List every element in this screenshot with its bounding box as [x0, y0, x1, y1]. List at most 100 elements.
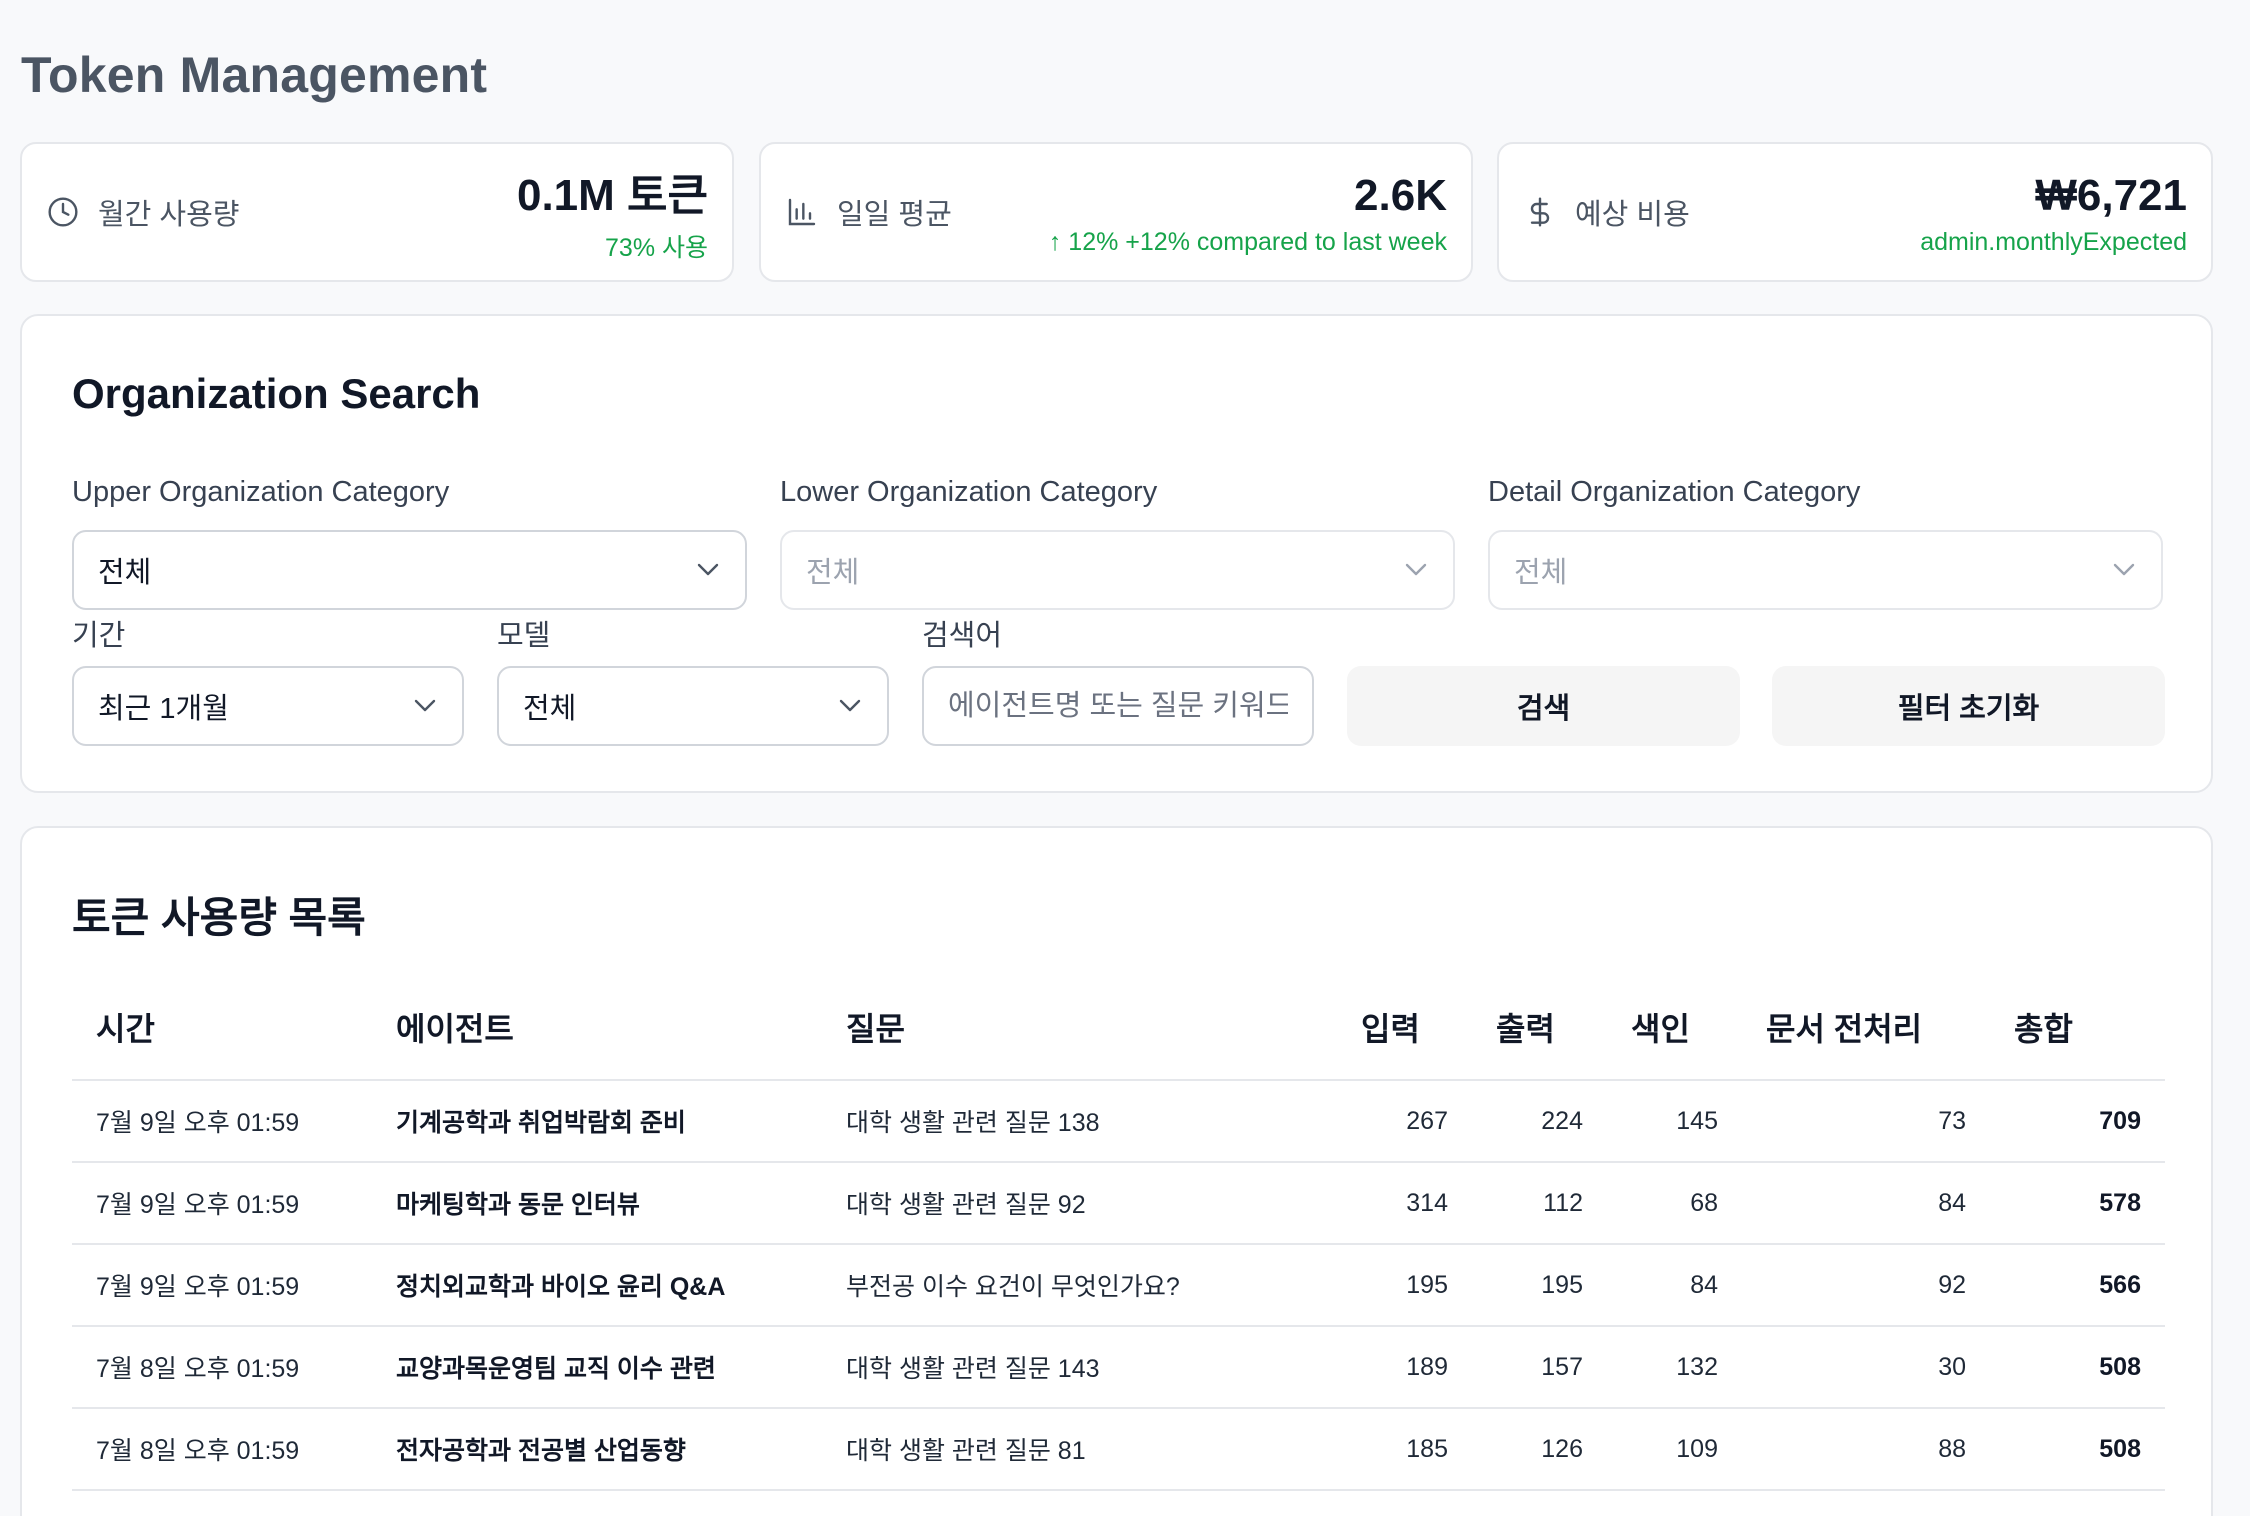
organization-search-panel: Organization Search Upper Organization C…: [20, 314, 2213, 793]
upper-org-label: Upper Organization Category: [72, 476, 450, 508]
stat-value: 0.1M 토큰: [516, 171, 708, 220]
cell-total: 578: [1990, 1162, 2165, 1245]
clock-icon: [46, 195, 80, 229]
stat-label: 예상 비용: [1575, 199, 1690, 231]
column-header-index[interactable]: 색인: [1607, 974, 1742, 1081]
usage-section-title: 토큰 사용량 목록: [72, 894, 366, 941]
cell-output: 224: [1472, 1080, 1607, 1163]
cell-total: 566: [1990, 1244, 2165, 1327]
daily-average-card: 일일 평균 2.6K ↑ 12% +12% compared to last w…: [759, 142, 1473, 282]
table-row[interactable]: 7월 8일 오후 01:59 전자공학과 전공별 산업동향 대학 생활 관련 질…: [72, 1408, 2165, 1491]
column-header-doc-preprocess[interactable]: 문서 전처리: [1742, 974, 1990, 1081]
column-header-output[interactable]: 출력: [1472, 974, 1607, 1081]
cell-question: 대학 생활 관련 질문 143: [822, 1326, 1337, 1409]
chevron-down-icon: [839, 699, 861, 712]
cell-time: 7월 9일 오후 01:59: [72, 1162, 372, 1245]
column-header-agent[interactable]: 에이전트: [372, 974, 822, 1081]
monthly-usage-card: 월간 사용량 0.1M 토큰 73% 사용: [20, 142, 734, 282]
token-management-page: Token Management 월간 사용량 0.1M 토큰 73% 사용 일…: [0, 0, 2250, 1516]
upper-org-value: 전체: [98, 557, 152, 589]
chevron-down-icon: [1405, 563, 1427, 576]
keyword-label: 검색어: [922, 620, 1003, 652]
search-button[interactable]: 검색: [1347, 666, 1740, 746]
bar-chart-icon: [785, 195, 819, 229]
search-section-title: Organization Search: [72, 370, 481, 417]
lower-org-select[interactable]: 전체: [780, 530, 1455, 610]
cell-total: 709: [1990, 1080, 2165, 1163]
cell-doc-preprocess: 92: [1742, 1244, 1990, 1327]
reset-filters-button[interactable]: 필터 초기화: [1772, 666, 2165, 746]
lower-org-value: 전체: [806, 557, 860, 589]
period-select[interactable]: 최근 1개월: [72, 666, 464, 746]
period-label: 기간: [72, 620, 126, 652]
upper-org-select[interactable]: 전체: [72, 530, 747, 610]
model-select[interactable]: 전체: [497, 666, 889, 746]
cell-time: 7월 8일 오후 01:59: [72, 1326, 372, 1409]
chevron-down-icon: [414, 699, 436, 712]
cell-agent: 전자공학과 전공별 산업동향: [372, 1408, 822, 1491]
cell-doc-preprocess: 88: [1742, 1408, 1990, 1491]
cell-agent: 마케팅학과 동문 인터뷰: [372, 1162, 822, 1245]
stat-subtext: 73% 사용: [605, 234, 708, 263]
cell-input: 195: [1337, 1244, 1472, 1327]
cell-total: 508: [1990, 1326, 2165, 1409]
cell-input: 314: [1337, 1162, 1472, 1245]
column-header-question[interactable]: 질문: [822, 974, 1337, 1081]
stat-value: 2.6K: [1354, 171, 1447, 220]
cell-agent: 기계공학과 취업박람회 준비: [372, 1080, 822, 1163]
column-header-input[interactable]: 입력: [1337, 974, 1472, 1081]
cell-question: 대학 생활 관련 질문 138: [822, 1080, 1337, 1163]
token-usage-panel: 토큰 사용량 목록 시간 에이전트 질문 입력 출력 색인 문서 전처리 총합: [20, 826, 2213, 1516]
cell-time: 7월 9일 오후 01:59: [72, 1244, 372, 1327]
stat-value: ₩6,721: [2035, 171, 2187, 220]
model-value: 전체: [523, 693, 577, 725]
cell-index: 132: [1607, 1326, 1742, 1409]
column-header-time[interactable]: 시간: [72, 974, 372, 1081]
chevron-down-icon: [697, 563, 719, 576]
column-header-total[interactable]: 총합: [1990, 974, 2165, 1081]
detail-org-label: Detail Organization Category: [1488, 476, 1861, 508]
table-row[interactable]: 7월 9일 오후 01:59 마케팅학과 동문 인터뷰 대학 생활 관련 질문 …: [72, 1162, 2165, 1245]
cell-input: 267: [1337, 1080, 1472, 1163]
expected-cost-card: 예상 비용 ₩6,721 admin.monthlyExpected: [1497, 142, 2213, 282]
cell-agent: 정치외교학과 바이오 윤리 Q&A: [372, 1244, 822, 1327]
stat-subtext: admin.monthlyExpected: [1920, 228, 2187, 257]
table-row[interactable]: 7월 8일 오후 01:59 교양과목운영팀 교직 이수 관련 대학 생활 관련…: [72, 1326, 2165, 1409]
stat-subtext: ↑ 12% +12% compared to last week: [1048, 228, 1447, 257]
chevron-down-icon: [2113, 563, 2135, 576]
lower-org-label: Lower Organization Category: [780, 476, 1158, 508]
model-label: 모델: [497, 620, 551, 652]
page-title: Token Management: [21, 47, 488, 103]
dollar-icon: [1523, 195, 1557, 229]
cell-doc-preprocess: 73: [1742, 1080, 1990, 1163]
cell-index: 68: [1607, 1162, 1742, 1245]
cell-input: 189: [1337, 1326, 1472, 1409]
stat-label: 일일 평균: [837, 199, 952, 231]
cell-output: 126: [1472, 1408, 1607, 1491]
detail-org-value: 전체: [1514, 557, 1568, 589]
detail-org-select[interactable]: 전체: [1488, 530, 2163, 610]
cell-total: 508: [1990, 1408, 2165, 1491]
cell-question: 부전공 이수 요건이 무엇인가요?: [822, 1244, 1337, 1327]
cell-index: 84: [1607, 1244, 1742, 1327]
cell-time: 7월 9일 오후 01:59: [72, 1080, 372, 1163]
token-usage-table: 시간 에이전트 질문 입력 출력 색인 문서 전처리 총합 7월 9일 오후 0…: [72, 974, 2165, 1491]
cell-input: 185: [1337, 1408, 1472, 1491]
cell-output: 157: [1472, 1326, 1607, 1409]
cell-question: 대학 생활 관련 질문 81: [822, 1408, 1337, 1491]
cell-doc-preprocess: 84: [1742, 1162, 1990, 1245]
cell-agent: 교양과목운영팀 교직 이수 관련: [372, 1326, 822, 1409]
cell-index: 145: [1607, 1080, 1742, 1163]
cell-output: 112: [1472, 1162, 1607, 1245]
cell-output: 195: [1472, 1244, 1607, 1327]
table-row[interactable]: 7월 9일 오후 01:59 정치외교학과 바이오 윤리 Q&A 부전공 이수 …: [72, 1244, 2165, 1327]
cell-time: 7월 8일 오후 01:59: [72, 1408, 372, 1491]
table-header-row: 시간 에이전트 질문 입력 출력 색인 문서 전처리 총합: [72, 974, 2165, 1081]
table-row[interactable]: 7월 9일 오후 01:59 기계공학과 취업박람회 준비 대학 생활 관련 질…: [72, 1080, 2165, 1163]
cell-doc-preprocess: 30: [1742, 1326, 1990, 1409]
period-value: 최근 1개월: [98, 693, 229, 725]
keyword-search-input[interactable]: [922, 666, 1314, 746]
cell-question: 대학 생활 관련 질문 92: [822, 1162, 1337, 1245]
stat-label: 월간 사용량: [98, 199, 240, 231]
cell-index: 109: [1607, 1408, 1742, 1491]
